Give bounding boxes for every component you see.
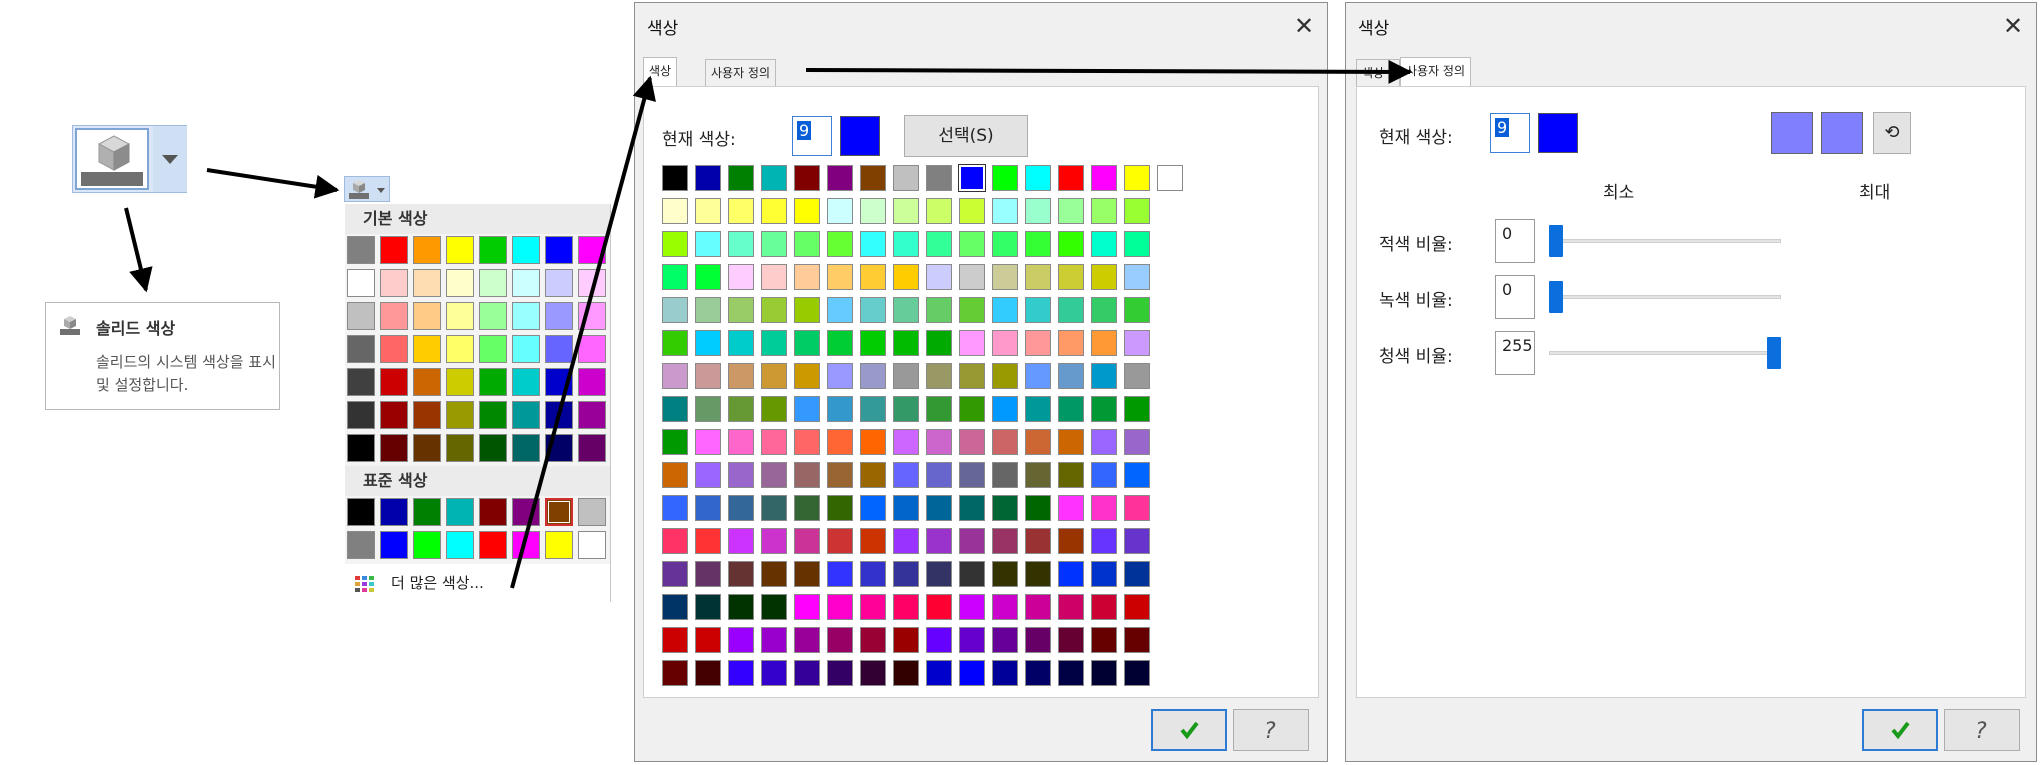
arrow-to-palette [206, 168, 340, 199]
arrow-to-custom-tab [805, 59, 1413, 84]
annotation-arrows [124, 59, 1413, 589]
arrow-to-color-dialog [510, 75, 656, 589]
arrow-to-tooltip [124, 207, 153, 293]
